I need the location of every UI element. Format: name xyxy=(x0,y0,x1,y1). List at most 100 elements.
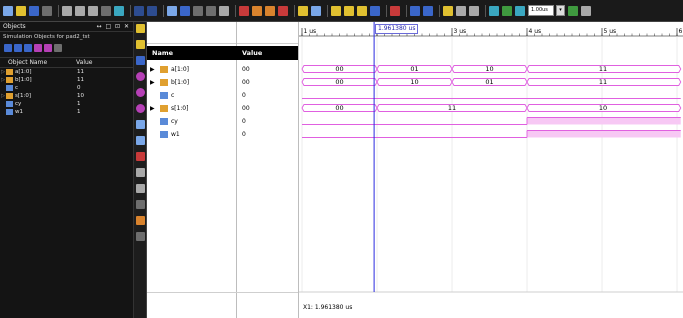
zoom-in-icon[interactable] xyxy=(135,24,145,33)
toolbar-separator xyxy=(386,4,387,17)
bit-signal-icon xyxy=(6,101,13,107)
object-value-header[interactable]: Value xyxy=(76,59,92,66)
help-icon[interactable] xyxy=(311,5,321,16)
undo-icon[interactable] xyxy=(134,5,144,16)
goto-start-icon[interactable] xyxy=(135,88,145,97)
bus-value-label: 10 xyxy=(410,78,418,86)
bus-value-label: 11 xyxy=(599,78,607,86)
zoom-fit-icon[interactable] xyxy=(135,56,145,65)
zoom-out-icon[interactable] xyxy=(344,5,354,16)
variable-filter-icon[interactable] xyxy=(54,44,62,52)
save-icon[interactable] xyxy=(29,5,39,16)
wave-signal-row[interactable]: c 0 xyxy=(147,89,298,102)
restart-icon[interactable] xyxy=(443,5,453,16)
objects-column-headers: Object Name Value xyxy=(0,57,133,68)
zoom-out-icon[interactable] xyxy=(135,40,145,49)
float-ruler-icon[interactable] xyxy=(135,200,145,209)
constant-filter-icon[interactable] xyxy=(44,44,52,52)
expand-arrow-icon[interactable]: ▶ xyxy=(150,79,155,86)
object-row[interactable]: w1 1 xyxy=(0,108,133,116)
swap-cursors-icon[interactable] xyxy=(135,120,145,129)
step-icon[interactable] xyxy=(469,5,479,16)
cut-icon[interactable] xyxy=(62,5,72,16)
wave-signal-row[interactable]: cy 0 xyxy=(147,115,298,128)
window-icon[interactable] xyxy=(252,5,262,16)
goto-cursor-icon[interactable] xyxy=(135,72,145,81)
properties-icon[interactable] xyxy=(135,232,145,241)
zoom-fit-icon[interactable] xyxy=(357,5,367,16)
run-all-icon[interactable] xyxy=(489,5,499,16)
object-row[interactable]: cy 1 xyxy=(0,100,133,108)
run-time-dropdown[interactable]: ▾ xyxy=(556,5,565,16)
prev-marker-icon[interactable] xyxy=(135,168,145,177)
inout-filter-icon[interactable] xyxy=(24,44,32,52)
object-row[interactable]: ▷ a[1:0] 11 xyxy=(0,68,133,76)
find-next-icon[interactable] xyxy=(180,5,190,16)
expand-arrow-icon[interactable]: ▶ xyxy=(150,105,155,112)
wave-signal-row[interactable]: ▶ b[1:0] 00 xyxy=(147,76,298,89)
step-back-icon[interactable] xyxy=(456,5,466,16)
run-until-icon[interactable] xyxy=(568,5,578,16)
output-filter-icon[interactable] xyxy=(14,44,22,52)
objects-panel-header: Objects ↔ □ ⊡ ✕ xyxy=(0,22,133,32)
value-column-header[interactable]: Value xyxy=(242,49,262,57)
waveform-panel[interactable]: 1 us2 us3 us4 us5 us6 us0001101100100111… xyxy=(298,22,683,318)
toolbar-separator xyxy=(439,4,440,17)
new-file-icon[interactable] xyxy=(3,5,13,16)
link-icon[interactable] xyxy=(135,216,145,225)
signal-name: cy xyxy=(171,118,178,125)
run-icon[interactable] xyxy=(502,5,512,16)
prev-transition-icon[interactable] xyxy=(410,5,420,16)
goto-end-icon[interactable] xyxy=(135,104,145,113)
bus-signal-icon xyxy=(6,77,13,83)
browse-icon[interactable] xyxy=(114,5,124,16)
wave-signal-row[interactable]: w1 0 xyxy=(147,128,298,141)
run-for-icon[interactable] xyxy=(515,5,525,16)
bookmark-icon[interactable] xyxy=(193,5,203,16)
goto-icon[interactable] xyxy=(206,5,216,16)
snap-transition-icon[interactable] xyxy=(135,136,145,145)
object-name: cy xyxy=(15,101,22,107)
panel-window-controls[interactable]: ↔ □ ⊡ ✕ xyxy=(97,23,130,30)
toolbar-separator xyxy=(130,4,131,17)
paste-icon[interactable] xyxy=(88,5,98,16)
expand-arrow-icon[interactable]: ▶ xyxy=(150,66,155,73)
panel-icon[interactable] xyxy=(265,5,275,16)
add-marker-icon[interactable] xyxy=(135,152,145,161)
waveform-canvas[interactable]: 1 us2 us3 us4 us5 us6 us0001101100100111… xyxy=(299,22,683,318)
signal-value: 00 xyxy=(242,105,250,112)
object-name-header[interactable]: Object Name xyxy=(0,59,76,66)
toolbar-separator xyxy=(235,4,236,17)
redo-icon[interactable] xyxy=(147,5,157,16)
object-row[interactable]: ▷ s[1:0] 10 xyxy=(0,92,133,100)
bus-value-label: 01 xyxy=(485,78,493,86)
object-row[interactable]: c 0 xyxy=(0,84,133,92)
cursor-icon[interactable] xyxy=(390,5,400,16)
signal-value: 0 xyxy=(242,92,246,99)
internal-filter-icon[interactable] xyxy=(34,44,42,52)
refresh-icon[interactable] xyxy=(219,5,229,16)
restore-icon[interactable] xyxy=(278,5,288,16)
name-column-header[interactable]: Name xyxy=(152,49,173,57)
object-row[interactable]: ▷ b[1:0] 11 xyxy=(0,76,133,84)
zoom-full-icon[interactable] xyxy=(370,5,380,16)
names-ruler-strip xyxy=(147,22,298,44)
cursor-readout: X1: 1.961380 us xyxy=(303,304,353,311)
input-filter-icon[interactable] xyxy=(4,44,12,52)
copy-icon[interactable] xyxy=(75,5,85,16)
wand-icon[interactable] xyxy=(298,5,308,16)
print-icon[interactable] xyxy=(42,5,52,16)
wave-signal-row[interactable]: ▶ s[1:0] 00 xyxy=(147,102,298,115)
next-transition-icon[interactable] xyxy=(423,5,433,16)
cursor-time-label[interactable]: 1.961380 us xyxy=(375,24,419,34)
zoom-in-icon[interactable] xyxy=(331,5,341,16)
find-icon[interactable] xyxy=(167,5,177,16)
signal-name: b[1:0] xyxy=(171,79,190,86)
wave-signal-row[interactable]: ▶ a[1:0] 00 xyxy=(147,63,298,76)
pause-icon[interactable] xyxy=(581,5,591,16)
next-marker-icon[interactable] xyxy=(135,184,145,193)
delete-icon[interactable] xyxy=(101,5,111,16)
run-time-input[interactable]: 1.00us xyxy=(528,5,554,16)
layout-icon[interactable] xyxy=(239,5,249,16)
open-file-icon[interactable] xyxy=(16,5,26,16)
